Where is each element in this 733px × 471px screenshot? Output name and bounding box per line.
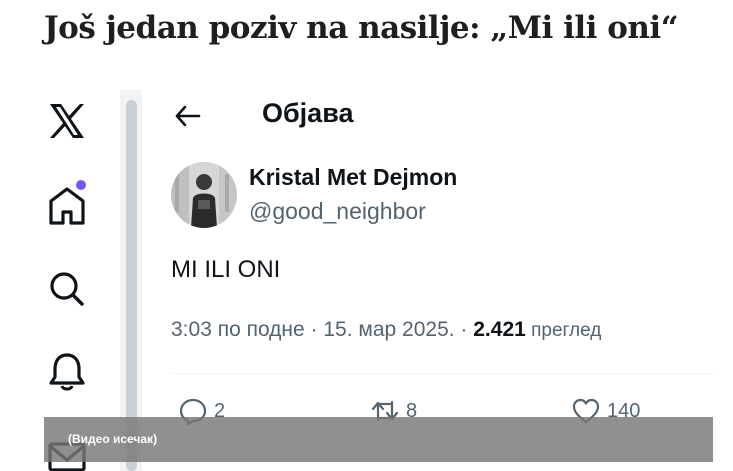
author-handle[interactable]: @good_neighbor xyxy=(249,198,426,225)
post-text: MI ILI ONI xyxy=(171,256,281,283)
notification-dot xyxy=(76,180,86,190)
avatar[interactable] xyxy=(171,162,237,228)
post-meta: 3:03 по подне · 15. мар 2025. · 2.421 пр… xyxy=(171,318,601,342)
post-timestamp[interactable]: 3:03 по подне · 15. мар 2025. · xyxy=(171,318,473,341)
author-display-name[interactable]: Kristal Met Dejmon xyxy=(249,164,457,191)
post-header-title: Објава xyxy=(262,98,354,128)
article-headline: Još jedan poziv na nasilje: „Mi ili oni“ xyxy=(44,10,679,46)
embedded-post-screenshot: Објава Kristal Met Dejmon @good_neighbor… xyxy=(44,90,713,471)
search-icon[interactable] xyxy=(44,266,90,312)
page: Još jedan poziv na nasilje: „Mi ili oni“ xyxy=(0,0,733,471)
views-label: преглед xyxy=(525,320,602,341)
scrollbar-thumb[interactable] xyxy=(126,100,137,471)
scrollbar-track[interactable] xyxy=(120,90,142,471)
video-caption: (Видео исечак) xyxy=(68,432,158,446)
bell-icon[interactable] xyxy=(44,348,90,394)
video-caption-bar: (Видео исечак) xyxy=(44,417,713,462)
views-count: 2.421 xyxy=(473,318,526,341)
x-logo-icon[interactable] xyxy=(44,98,90,144)
back-arrow-icon[interactable] xyxy=(171,100,203,132)
divider xyxy=(171,373,713,374)
